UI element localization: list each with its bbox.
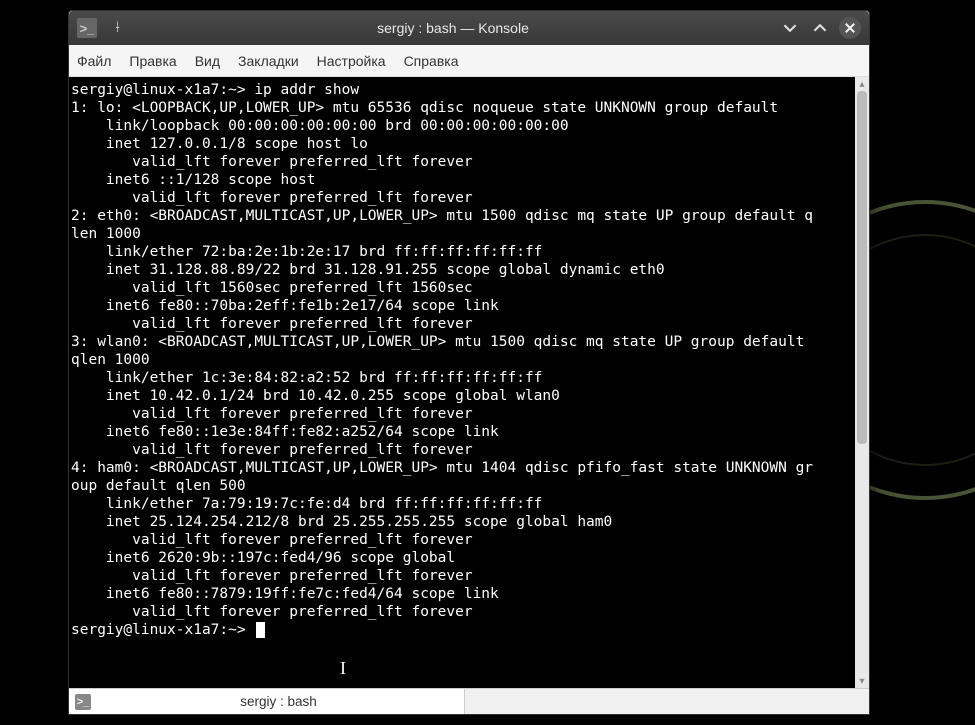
terminal-viewport[interactable]: sergiy@linux-x1a7:~> ip addr show 1: lo:… [69,77,855,688]
shell-command: ip addr show [254,82,359,98]
text-cursor-block [256,622,265,638]
tabbar: >_ sergiy : bash [69,688,869,714]
menu-view[interactable]: Вид [195,53,220,69]
pin-icon[interactable] [105,19,127,38]
minimize-button[interactable] [779,17,801,39]
menu-file[interactable]: Файл [77,53,111,69]
scroll-up-arrow[interactable]: ▴ [855,77,869,91]
tab-session-1[interactable]: >_ sergiy : bash [69,689,465,714]
vertical-scrollbar[interactable]: ▴ ▾ [855,77,869,688]
menu-settings[interactable]: Настройка [317,53,386,69]
terminal-tab-icon: >_ [75,694,91,710]
maximize-button[interactable] [809,17,831,39]
shell-prompt: sergiy@linux-x1a7:~> [71,622,254,638]
konsole-window: >_ sergiy : bash — Konsole Файл Правка В… [68,10,870,715]
command-output: 1: lo: <LOOPBACK,UP,LOWER_UP> mtu 65536 … [71,100,813,620]
shell-prompt: sergiy@linux-x1a7:~> [71,82,254,98]
tab-label: sergiy : bash [99,694,458,709]
menu-help[interactable]: Справка [404,53,459,69]
terminal-app-icon: >_ [77,18,97,38]
scroll-thumb[interactable] [857,91,867,444]
titlebar[interactable]: >_ sergiy : bash — Konsole [69,11,869,45]
menu-edit[interactable]: Правка [129,53,176,69]
close-button[interactable] [839,17,861,39]
menu-bookmarks[interactable]: Закладки [238,53,299,69]
window-title: sergiy : bash — Konsole [135,20,771,36]
menubar: Файл Правка Вид Закладки Настройка Справ… [69,45,869,77]
scroll-down-arrow[interactable]: ▾ [855,674,869,688]
